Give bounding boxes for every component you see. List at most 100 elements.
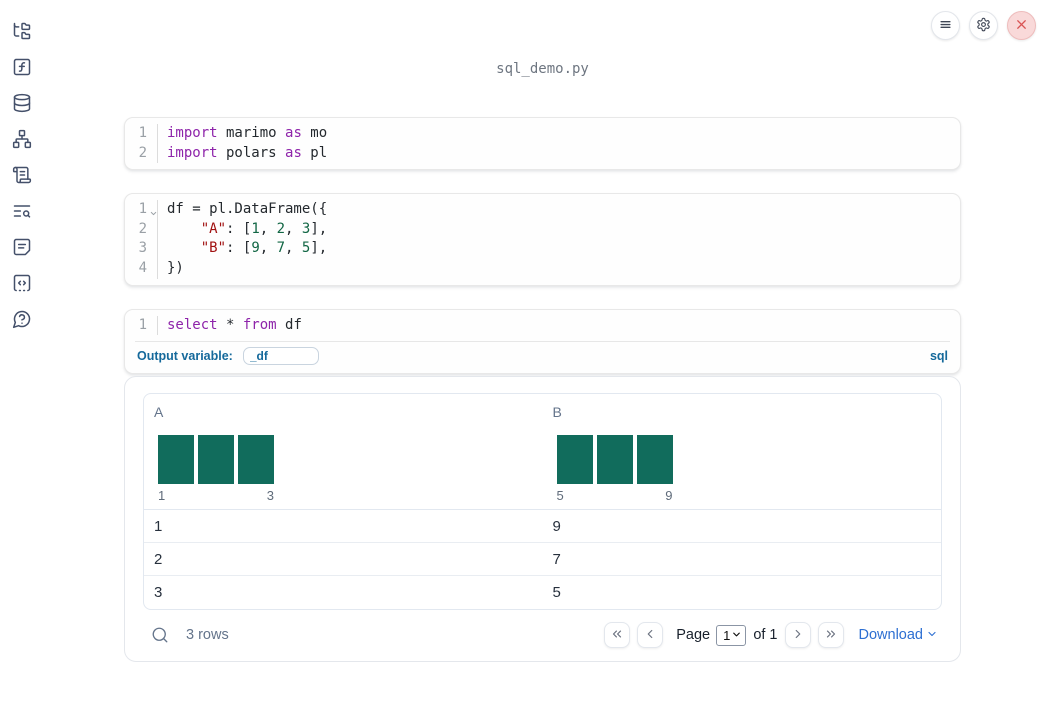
- download-button[interactable]: Download: [859, 626, 939, 644]
- output-variable-input[interactable]: [242, 347, 319, 366]
- sidebar-item-snippets[interactable]: [7, 271, 37, 298]
- column-header-b: B 5 9: [543, 404, 942, 503]
- sidebar-item-documentation[interactable]: [7, 235, 37, 262]
- cell-output-panel: A 1 3 B 5 9 1 9 2 7 3 5 3 rows Page 1 of…: [124, 376, 961, 663]
- network-icon: [12, 129, 32, 152]
- sidebar-item-datasources[interactable]: [7, 91, 37, 118]
- gear-icon: [976, 17, 991, 35]
- page-number-select[interactable]: 1: [716, 624, 747, 646]
- output-variable-label: Output variable:: [137, 349, 233, 364]
- sidebar-item-help[interactable]: [7, 307, 37, 334]
- column-label[interactable]: B: [551, 404, 562, 420]
- sidebar-item-dependency-graph[interactable]: [7, 127, 37, 154]
- sidebar: [0, 0, 44, 713]
- line-number-gutter: 1 2: [125, 124, 158, 164]
- row-count: 3 rows: [186, 627, 229, 644]
- table-cell: 5: [552, 584, 561, 602]
- line-number: 1: [138, 125, 147, 141]
- table-cell: 9: [552, 517, 561, 535]
- line-number: 2: [138, 144, 147, 161]
- sidebar-item-scratchpad[interactable]: [7, 163, 37, 190]
- column-header-a: A 1 3: [144, 404, 543, 503]
- line-number: 1: [138, 201, 147, 218]
- line-number-gutter: 1: [125, 315, 158, 336]
- previous-page-button[interactable]: [637, 622, 664, 649]
- fold-chevron-icon[interactable]: [149, 205, 158, 216]
- line-number: 2: [138, 220, 147, 237]
- code-line: select * from df: [167, 316, 302, 333]
- sql-editor[interactable]: 1 select * from df: [125, 310, 960, 342]
- histogram-max-label: 9: [665, 488, 673, 504]
- sidebar-item-file-explorer[interactable]: [7, 19, 37, 46]
- column-histogram: 1 3: [152, 435, 543, 503]
- first-page-button[interactable]: [604, 622, 631, 649]
- code-line: import marimo as mo: [167, 125, 328, 141]
- chevron-right-icon: [791, 627, 805, 644]
- sidebar-item-table-of-contents[interactable]: [7, 199, 37, 226]
- column-label[interactable]: A: [152, 404, 163, 420]
- code-editor[interactable]: 1 2 import marimo as mo import polars as…: [125, 118, 960, 169]
- chevrons-left-icon: [610, 627, 624, 644]
- code-line: }): [167, 259, 184, 276]
- histogram-bar: [556, 435, 593, 485]
- shutdown-button[interactable]: [1007, 11, 1036, 40]
- table-cell: 7: [552, 550, 561, 568]
- code-editor[interactable]: 1 2 3 4 df = pl.DataFrame({ "A": [1, 2, …: [125, 194, 960, 284]
- next-page-button[interactable]: [784, 622, 811, 649]
- table-row: 3 5: [144, 576, 941, 609]
- chevron-down-icon: [926, 626, 938, 644]
- notebook-filename: sql_demo.py: [496, 61, 589, 77]
- search-button[interactable]: [151, 626, 169, 644]
- download-label: Download: [858, 627, 924, 644]
- line-number: 1: [138, 316, 147, 333]
- table-cell: 1: [154, 517, 163, 535]
- database-icon: [12, 93, 32, 116]
- line-number: 3: [138, 240, 147, 257]
- pagination: Page 1 of 1 Download: [597, 622, 939, 649]
- code-line: df = pl.DataFrame({: [167, 201, 328, 218]
- last-page-button[interactable]: [817, 622, 844, 649]
- histogram-min-label: 5: [556, 488, 564, 504]
- histogram-bar: [238, 435, 274, 485]
- page-label: Page: [676, 627, 711, 644]
- chevron-down-icon: [730, 628, 742, 643]
- notebook: sql_demo.py 1 2 import marimo as mo impo…: [124, 0, 961, 663]
- code-cell-dataframe[interactable]: 1 2 3 4 df = pl.DataFrame({ "A": [1, 2, …: [124, 193, 961, 286]
- line-number-gutter: 1 2 3 4: [125, 200, 158, 279]
- code-snippet-icon: [12, 273, 32, 296]
- table-header: A 1 3 B 5 9: [144, 394, 942, 511]
- search-icon: [151, 627, 169, 647]
- line-number: 4: [138, 259, 147, 276]
- table-cell: 3: [154, 584, 163, 602]
- code-line: "A": [1, 2, 3],: [200, 220, 328, 237]
- page-total-label: of 1: [753, 627, 778, 644]
- histogram-bar: [596, 435, 633, 485]
- scroll-text-icon: [12, 165, 32, 188]
- dataframe-table: A 1 3 B 5 9 1 9 2 7 3 5: [143, 393, 942, 611]
- close-icon: [1014, 17, 1029, 35]
- code-line: "B": [9, 7, 5],: [200, 240, 328, 257]
- table-footer: 3 rows Page 1 of 1 Download: [143, 622, 942, 649]
- file-text-icon: [12, 237, 32, 260]
- histogram-max-label: 3: [266, 488, 274, 504]
- histogram-bar: [198, 435, 234, 485]
- chevrons-right-icon: [824, 627, 838, 644]
- chevron-left-icon: [643, 627, 657, 644]
- function-square-icon: [12, 57, 32, 80]
- language-badge: sql: [929, 349, 948, 364]
- histogram-bar: [158, 435, 194, 485]
- text-search-icon: [12, 201, 32, 224]
- histogram-min-label: 1: [158, 488, 166, 504]
- histogram-bar: [636, 435, 673, 485]
- code-cell-imports[interactable]: 1 2 import marimo as mo import polars as…: [124, 117, 961, 171]
- code-line: import polars as pl: [167, 144, 328, 161]
- sql-cell[interactable]: 1 select * from df Output variable: sql: [124, 308, 961, 375]
- settings-button[interactable]: [969, 11, 998, 40]
- table-row: 1 9: [144, 510, 941, 544]
- column-histogram: 5 9: [551, 435, 942, 503]
- folder-tree-icon: [12, 21, 32, 44]
- help-bubble-icon: [12, 309, 32, 332]
- sidebar-item-variables[interactable]: [7, 55, 37, 82]
- table-row: 2 7: [144, 543, 941, 577]
- table-cell: 2: [154, 550, 163, 568]
